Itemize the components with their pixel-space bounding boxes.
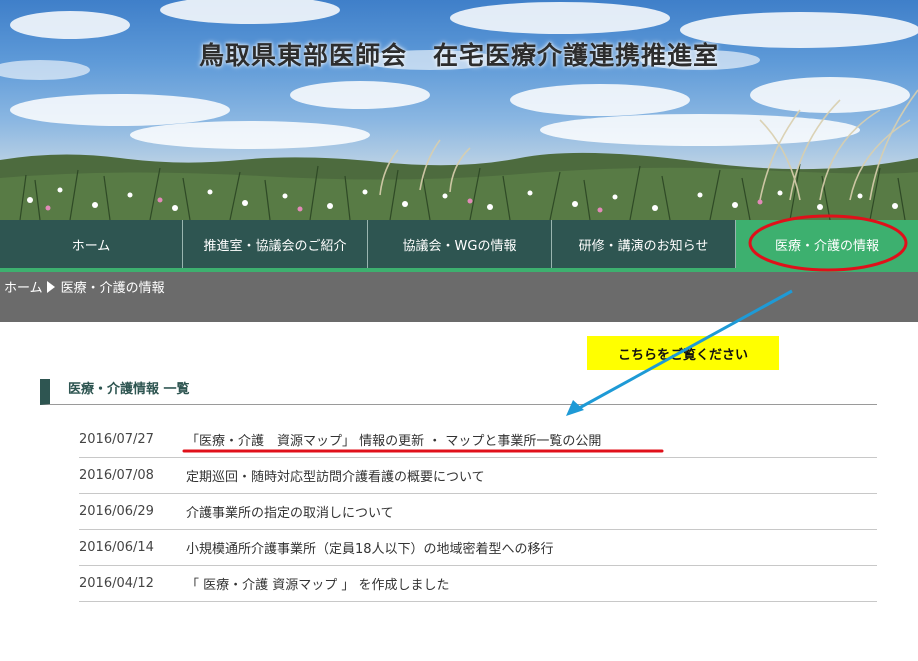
news-row: 2016/07/08 定期巡回・随時対応型訪問介護看護の概要について <box>79 458 877 494</box>
news-row: 2016/06/29 介護事業所の指定の取消しについて <box>79 494 877 530</box>
nav-item-medical-care-info[interactable]: 医療・介護の情報 <box>736 220 918 268</box>
nav-item-home[interactable]: ホーム <box>0 220 183 268</box>
news-date: 2016/06/29 <box>79 504 154 519</box>
news-link[interactable]: 介護事業所の指定の取消しについて <box>186 502 394 521</box>
breadcrumb-arrow-icon <box>46 280 55 293</box>
news-link[interactable]: 定期巡回・随時対応型訪問介護看護の概要について <box>186 466 485 485</box>
breadcrumb-home-link[interactable]: ホーム <box>4 277 43 296</box>
news-row: 2016/04/12 「 医療・介護 資源マップ 」 を作成しました <box>79 566 877 602</box>
news-date: 2016/06/14 <box>79 540 154 555</box>
news-link[interactable]: 小規模通所介護事業所（定員18人以下）の地域密着型への移行 <box>186 538 554 557</box>
news-link[interactable]: 「 医療・介護 資源マップ 」 を作成しました <box>186 574 450 593</box>
header-banner: 鳥取県東部医師会 在宅医療介護連携推進室 <box>0 0 918 220</box>
news-date: 2016/04/12 <box>79 576 154 591</box>
news-link[interactable]: 「医療・介護 資源マップ」 情報の更新 ・ マップと事業所一覧の公開 <box>186 430 601 449</box>
main-nav: ホーム 推進室・協議会のご紹介 協議会・WGの情報 研修・講演のお知らせ 医療・… <box>0 220 918 268</box>
callout-label: こちらをご覧ください <box>587 336 779 370</box>
breadcrumb: ホーム 医療・介護の情報 <box>4 277 165 296</box>
breadcrumb-current: 医療・介護の情報 <box>60 281 165 296</box>
nav-item-training[interactable]: 研修・講演のお知らせ <box>552 220 736 268</box>
nav-item-council-wg[interactable]: 協議会・WGの情報 <box>368 220 552 268</box>
site-title: 鳥取県東部医師会 在宅医療介護連携推進室 <box>198 41 719 70</box>
news-row: 2016/07/27 「医療・介護 資源マップ」 情報の更新 ・ マップと事業所… <box>79 422 877 458</box>
news-date: 2016/07/08 <box>79 468 154 483</box>
news-row: 2016/06/14 小規模通所介護事業所（定員18人以下）の地域密着型への移行 <box>79 530 877 566</box>
section-title: 医療・介護情報 一覧 <box>40 379 877 405</box>
breadcrumb-bar: ホーム 医療・介護の情報 <box>0 272 918 322</box>
banner-landscape-image <box>0 0 918 220</box>
news-list: 2016/07/27 「医療・介護 資源マップ」 情報の更新 ・ マップと事業所… <box>79 422 877 602</box>
news-date: 2016/07/27 <box>79 432 154 447</box>
nav-item-about[interactable]: 推進室・協議会のご紹介 <box>183 220 368 268</box>
